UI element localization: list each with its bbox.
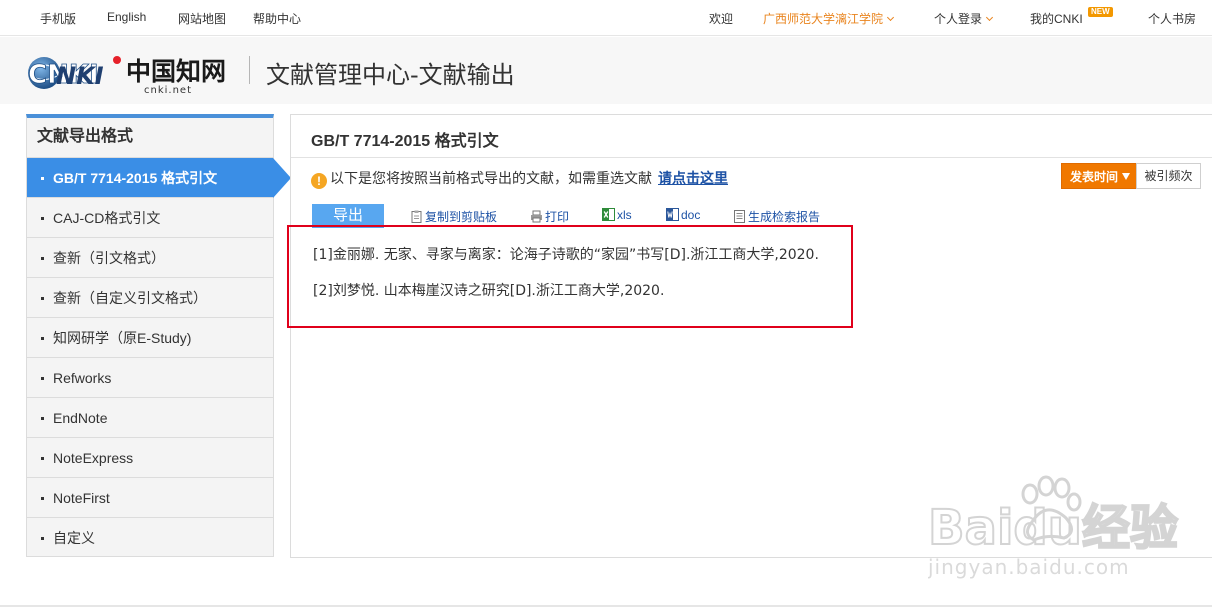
warning-icon: ! bbox=[311, 173, 327, 189]
bullet-icon bbox=[41, 217, 44, 220]
arrow-down-icon bbox=[1122, 173, 1130, 180]
sidebar-item-label: 自定义 bbox=[53, 530, 95, 546]
sort-by-pubtime-button[interactable]: 发表时间 bbox=[1061, 163, 1137, 189]
english-link[interactable]: English bbox=[107, 10, 146, 24]
sidebar-item-gbt7714[interactable]: GB/T 7714-2015 格式引文 bbox=[27, 158, 291, 198]
top-bar: 手机版 English 网站地图 帮助中心 欢迎 广西师范大学漓江学院 个人登录… bbox=[0, 0, 1212, 36]
new-badge: NEW bbox=[1088, 7, 1113, 17]
sidebar-item-chaxin[interactable]: 查新（引文格式） bbox=[27, 238, 273, 278]
bullet-icon bbox=[41, 537, 44, 540]
sidebar-item-cajcd[interactable]: CAJ-CD格式引文 bbox=[27, 198, 273, 238]
sidebar-item-label: CAJ-CD格式引文 bbox=[53, 210, 161, 226]
institution-label: 广西师范大学漓江学院 bbox=[763, 12, 884, 26]
highlight-box bbox=[287, 225, 853, 328]
sidebar-item-custom[interactable]: 自定义 bbox=[27, 518, 273, 558]
bullet-icon bbox=[41, 177, 44, 180]
sitemap-link[interactable]: 网站地图 bbox=[178, 10, 226, 27]
sidebar-item-label: 查新（引文格式） bbox=[53, 250, 165, 266]
sidebar-title: 文献导出格式 bbox=[27, 118, 273, 158]
format-sidebar: 文献导出格式 GB/T 7714-2015 格式引文 CAJ-CD格式引文 查新… bbox=[26, 114, 291, 558]
welcome-text: 欢迎 bbox=[709, 12, 734, 26]
mobile-link[interactable]: 手机版 bbox=[40, 10, 76, 27]
watermark-brand: Baidu经验 bbox=[928, 500, 1178, 556]
sidebar-item-estudy[interactable]: 知网研学（原E-Study) bbox=[27, 318, 273, 358]
header-divider bbox=[249, 56, 250, 84]
xls-button[interactable]: xls bbox=[602, 208, 632, 222]
sort-pubtime-label: 发表时间 bbox=[1070, 170, 1119, 184]
logo-chinese-text: 中国知网 bbox=[126, 57, 226, 86]
sidebar-item-refworks[interactable]: Refworks bbox=[27, 358, 273, 398]
institution-menu[interactable]: 广西师范大学漓江学院 bbox=[763, 10, 895, 27]
sidebar-item-chaxin-custom[interactable]: 查新（自定义引文格式） bbox=[27, 278, 273, 318]
logo-nki: NKI bbox=[56, 62, 104, 90]
sidebar-item-endnote[interactable]: EndNote bbox=[27, 398, 273, 438]
bullet-icon bbox=[41, 297, 44, 300]
copy-label: 复制到剪贴板 bbox=[425, 210, 498, 224]
sidebar-item-label: NoteExpress bbox=[53, 450, 134, 466]
sidebar-item-label: NoteFirst bbox=[53, 490, 110, 506]
chevron-down-icon bbox=[886, 13, 895, 22]
reselect-link[interactable]: 请点击这里 bbox=[658, 170, 728, 186]
doc-label: doc bbox=[681, 208, 701, 222]
generate-report-button[interactable]: 生成检索报告 bbox=[733, 208, 820, 225]
bullet-icon bbox=[41, 497, 44, 500]
panel-title: GB/T 7714-2015 格式引文 bbox=[311, 133, 499, 150]
watermark-url: jingyan.baidu.com bbox=[928, 555, 1130, 579]
bullet-icon bbox=[41, 377, 44, 380]
word-icon bbox=[666, 208, 679, 221]
help-link[interactable]: 帮助中心 bbox=[253, 10, 301, 27]
bullet-icon bbox=[41, 257, 44, 260]
bookroom-label: 个人书房 bbox=[1148, 12, 1197, 26]
copy-clipboard-button[interactable]: 复制到剪贴板 bbox=[410, 208, 497, 225]
printer-icon bbox=[531, 210, 542, 223]
page-header: CNKI NKI 中国知网 cnki.net 文献管理中心-文献输出 bbox=[0, 37, 1212, 104]
login-label: 个人登录 bbox=[934, 12, 983, 26]
page-title: 文献管理中心-文献输出 bbox=[266, 61, 515, 89]
logo-domain-text: cnki.net bbox=[144, 85, 192, 95]
doc-button[interactable]: doc bbox=[666, 208, 700, 222]
cnki-logo[interactable]: CNKI NKI 中国知网 cnki.net bbox=[26, 51, 232, 95]
print-button[interactable]: 打印 bbox=[530, 208, 569, 225]
xls-label: xls bbox=[617, 208, 632, 222]
sidebar-item-label: Refworks bbox=[53, 370, 112, 386]
bullet-icon bbox=[41, 337, 44, 340]
bullet-icon bbox=[41, 457, 44, 460]
sidebar-item-label: 知网研学（原E-Study) bbox=[53, 330, 192, 346]
my-cnki-link[interactable]: 我的CNKI bbox=[1030, 10, 1083, 27]
panel-divider bbox=[291, 157, 1212, 158]
sidebar-item-label: EndNote bbox=[53, 410, 108, 426]
clipboard-icon bbox=[411, 210, 422, 223]
notice-bar: ! 以下是您将按照当前格式导出的文献，如需重选文献 请点击这里 bbox=[311, 168, 728, 189]
sidebar-item-noteexpress[interactable]: NoteExpress bbox=[27, 438, 273, 478]
notice-text: 以下是您将按照当前格式导出的文献，如需重选文献 bbox=[330, 170, 652, 186]
sort-by-cited-button[interactable]: 被引频次 bbox=[1136, 163, 1201, 189]
sidebar-item-label: GB/T 7714-2015 格式引文 bbox=[53, 170, 218, 186]
bullet-icon bbox=[41, 417, 44, 420]
sidebar-item-notefirst[interactable]: NoteFirst bbox=[27, 478, 273, 518]
excel-icon bbox=[602, 208, 615, 221]
baidu-jingyan-watermark: Baidu经验 jingyan.baidu.com bbox=[928, 475, 1179, 579]
report-icon bbox=[734, 210, 745, 223]
bookroom-menu[interactable]: 个人书房 bbox=[1148, 10, 1196, 27]
chevron-down-icon bbox=[985, 13, 994, 22]
print-label: 打印 bbox=[545, 210, 570, 224]
sidebar-item-label: 查新（自定义引文格式） bbox=[53, 290, 207, 306]
login-menu[interactable]: 个人登录 bbox=[934, 10, 994, 27]
report-label: 生成检索报告 bbox=[748, 210, 821, 224]
